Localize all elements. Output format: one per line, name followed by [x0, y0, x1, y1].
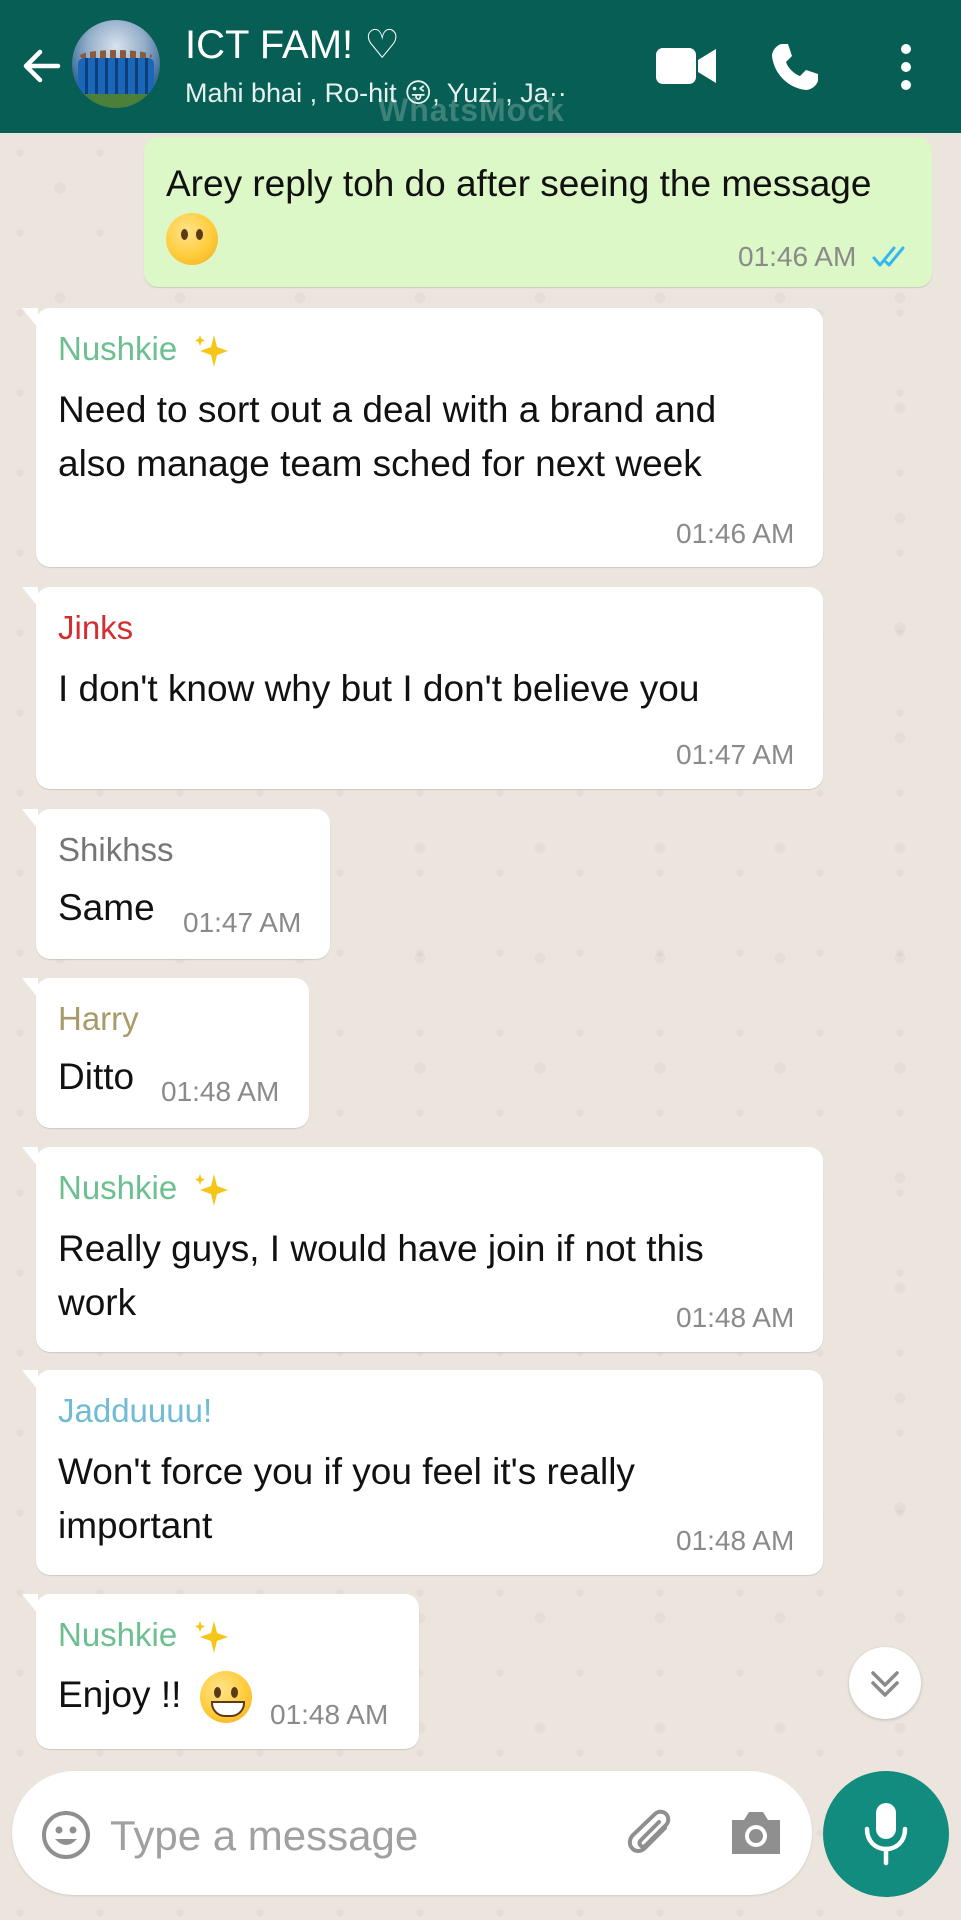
- speechless-face-emoji: [166, 213, 218, 265]
- message-time: 01:47 AM: [183, 907, 302, 938]
- group-avatar[interactable]: [72, 20, 160, 108]
- sender-name: Jadduuuu!: [58, 1392, 213, 1429]
- message-time: 01:46 AM: [676, 518, 795, 549]
- message-text: I don't know why but I don't believe you: [58, 668, 700, 709]
- message-bubble-incoming[interactable]: Jadduuuu! Won't force you if you feel it…: [22, 1370, 823, 1575]
- sparkles-emoji: [195, 1621, 229, 1654]
- message-time: 01:48 AM: [161, 1076, 280, 1107]
- message-text: also manage team sched for next week: [58, 443, 702, 484]
- sender-name: Nushkie: [58, 330, 232, 371]
- message-text: Arey reply toh do after seeing the messa…: [166, 163, 872, 204]
- video-call-icon[interactable]: [654, 44, 718, 88]
- message-text: Won't force you if you feel it's really: [58, 1451, 635, 1492]
- scroll-to-bottom-button[interactable]: [849, 1647, 921, 1719]
- message-input[interactable]: Type a message: [110, 1812, 418, 1860]
- sparkles-emoji: [195, 1174, 229, 1207]
- message-text: Ditto: [58, 1056, 135, 1097]
- chat-header: ICT FAM! ♡ Mahi bhai , Ro-hit 😜, Yuzi , …: [0, 0, 961, 133]
- sender-name: Shikhss: [58, 831, 174, 868]
- camera-icon[interactable]: [728, 1806, 784, 1858]
- message-time: 01:48 AM: [270, 1699, 389, 1730]
- phone-icon[interactable]: [768, 40, 822, 94]
- message-text: Need to sort out a deal with a brand and: [58, 389, 717, 430]
- message-bubble-incoming[interactable]: Harry Ditto 01:48 AM: [22, 978, 309, 1128]
- chat-area[interactable]: Arey reply toh do after seeing the messa…: [0, 133, 961, 1920]
- group-title[interactable]: ICT FAM! ♡: [185, 22, 400, 68]
- back-arrow-icon[interactable]: [18, 42, 66, 90]
- message-bubble-incoming[interactable]: Nushkie Need to sort out a deal with a b…: [22, 308, 823, 567]
- message-text: Really guys, I would have join if not th…: [58, 1228, 704, 1269]
- sender-name: Nushkie: [58, 1169, 232, 1210]
- message-text: work: [58, 1282, 137, 1323]
- sender-name: Jinks: [58, 609, 134, 646]
- sparkles-emoji: [195, 335, 229, 368]
- grinning-face-emoji: [199, 1671, 252, 1724]
- message-time: 01:47 AM: [676, 739, 795, 770]
- emoji-icon[interactable]: [40, 1809, 92, 1861]
- voice-record-button[interactable]: [823, 1771, 949, 1897]
- message-text: important: [58, 1505, 213, 1546]
- message-bubble-incoming[interactable]: Nushkie Enjoy !! 01:48 AM: [22, 1594, 419, 1749]
- attach-icon[interactable]: [625, 1808, 683, 1866]
- double-chevron-down-icon: [871, 1671, 899, 1697]
- message-bubble-incoming[interactable]: Jinks I don't know why but I don't belie…: [22, 587, 823, 789]
- watermark: WhatsMock: [378, 92, 565, 128]
- message-text: Enjoy !!: [58, 1668, 252, 1724]
- message-text: Same: [58, 887, 155, 928]
- message-bubble-incoming[interactable]: Nushkie Really guys, I would have join i…: [22, 1147, 823, 1352]
- read-ticks-icon: [872, 246, 905, 267]
- sender-name: Nushkie: [58, 1616, 232, 1657]
- message-time: 01:48 AM: [676, 1525, 795, 1556]
- message-time: 01:48 AM: [676, 1302, 795, 1333]
- message-bubble-outgoing[interactable]: Arey reply toh do after seeing the messa…: [144, 137, 932, 287]
- message-bubble-incoming[interactable]: Shikhss Same 01:47 AM: [22, 809, 330, 959]
- sender-name: Harry: [58, 1000, 139, 1037]
- mic-icon: [864, 1803, 908, 1866]
- more-vert-icon[interactable]: [890, 42, 922, 92]
- message-time: 01:46 AM: [738, 241, 857, 272]
